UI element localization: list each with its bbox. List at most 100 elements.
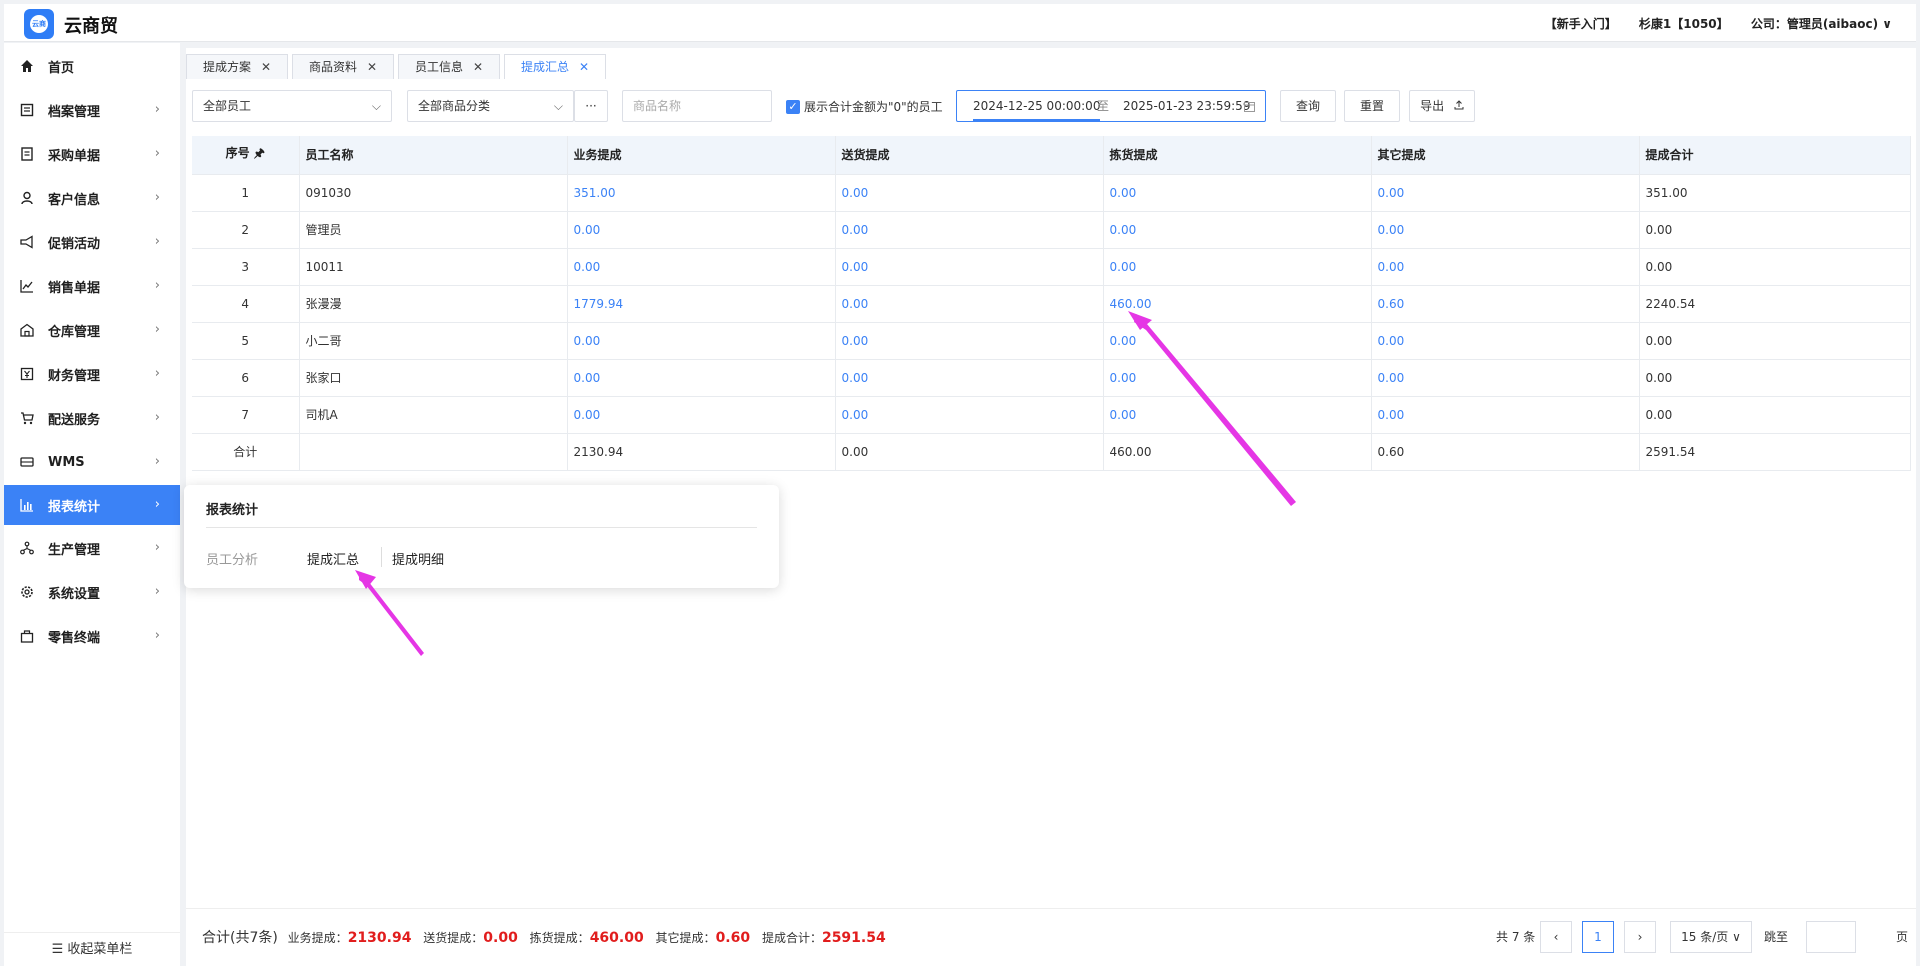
cell-picking[interactable]: 460.00 [1103,285,1372,323]
tab-label: 员工信息 [415,60,464,74]
close-icon[interactable]: ✕ [261,60,271,74]
collapse-menu-button[interactable]: ☰ 收起菜单栏 [4,932,180,966]
date-range-picker[interactable]: 2024-12-25 00:00:00 至 2025-01-23 23:59:5… [956,90,1266,122]
table-row: 2 管理员 0.00 0.00 0.00 0.00 0.00 [192,211,1911,249]
date-end[interactable]: 2025-01-23 23:59:59 [1123,91,1250,121]
employee-select[interactable]: 全部员工 ⌵ [192,90,392,122]
category-select-value: 全部商品分类 [418,99,491,113]
sidebar-item-sales[interactable]: 销售单据 › [4,266,180,306]
prev-page-button[interactable]: ‹ [1540,921,1572,953]
total-cell-total: 2591.54 [1639,433,1911,471]
cell-delivery[interactable]: 0.00 [835,211,1104,249]
total-cell-delivery: 0.00 [835,433,1104,471]
category-select[interactable]: 全部商品分类 ⌵ [407,90,574,122]
show-zero-checkbox[interactable]: ✓ 展示合计金额为"0"的员工 [786,98,943,115]
cell-employee: 091030 [299,174,568,212]
divider [381,547,382,567]
sidebar-item-customer[interactable]: 客户信息 › [4,178,180,218]
checkbox-checked-icon: ✓ [786,99,800,114]
cell-business[interactable]: 0.00 [567,211,836,249]
cell-picking[interactable]: 0.00 [1103,211,1372,249]
tab-label: 提成方案 [203,60,252,74]
cell-total: 0.00 [1639,211,1911,249]
col-header-other: 其它提成 [1371,136,1640,175]
cell-business[interactable]: 0.00 [567,359,836,397]
close-icon[interactable]: ✕ [473,60,483,74]
cell-other[interactable]: 0.00 [1371,322,1640,360]
cell-other[interactable]: 0.60 [1371,285,1640,323]
company-switcher[interactable]: 公司：管理员(aibaoc) ∨ [1751,17,1892,31]
sidebar-item-retail[interactable]: 零售终端 › [4,616,180,656]
user-account-link[interactable]: 杉康1【1050】 [1639,17,1729,31]
tab-commission-plan[interactable]: 提成方案 ✕ [186,54,289,79]
cell-other[interactable]: 0.00 [1371,174,1640,212]
total-count: 共 7 条 [1496,930,1536,944]
sidebar-item-finance[interactable]: 财务管理 › [4,354,180,394]
date-start[interactable]: 2024-12-25 00:00:00 [973,91,1101,121]
network-icon [20,541,34,555]
cell-delivery[interactable]: 0.00 [835,396,1104,434]
next-page-button[interactable]: › [1624,921,1656,953]
cell-business[interactable]: 0.00 [567,248,836,286]
cell-delivery[interactable]: 0.00 [835,248,1104,286]
cell-delivery[interactable]: 0.00 [835,359,1104,397]
table-row: 3 10011 0.00 0.00 0.00 0.00 0.00 [192,248,1911,286]
picking-label: 拣货提成： [529,931,590,945]
more-options-button[interactable]: ··· [574,90,608,122]
close-icon[interactable]: ✕ [579,60,589,74]
chevron-right-icon: › [154,410,160,425]
tab-label: 提成汇总 [521,60,570,74]
product-name-input[interactable]: 商品名称 [622,90,772,122]
sidebar-item-warehouse[interactable]: 仓库管理 › [4,310,180,350]
sidebar-item-production[interactable]: 生产管理 › [4,528,180,568]
col-header-index[interactable]: 序号 🖈 [192,136,300,175]
cell-business[interactable]: 1779.94 [567,285,836,323]
sidebar-item-label: 首页 [48,60,75,76]
page-number[interactable]: 1 [1582,921,1614,953]
cell-other[interactable]: 0.00 [1371,211,1640,249]
chevron-right-icon: › [154,366,160,381]
cell-picking[interactable]: 0.00 [1103,322,1372,360]
cell-business[interactable]: 0.00 [567,396,836,434]
export-label: 导出 [1420,99,1445,113]
sidebar-item-reports[interactable]: 报表统计 › [4,485,180,525]
cell-delivery[interactable]: 0.00 [835,285,1104,323]
cell-other[interactable]: 0.00 [1371,248,1640,286]
beginner-guide-link[interactable]: 【新手入门】 [1545,17,1617,31]
cell-total: 0.00 [1639,359,1911,397]
cell-business[interactable]: 351.00 [567,174,836,212]
cell-picking[interactable]: 0.00 [1103,248,1372,286]
cell-delivery[interactable]: 0.00 [835,322,1104,360]
submenu-employee-analysis[interactable]: 员工分析 [206,549,258,568]
cell-employee: 10011 [299,248,568,286]
tab-commission-summary[interactable]: 提成汇总 ✕ [504,54,607,79]
query-button[interactable]: 查询 [1280,90,1336,122]
sidebar-item-promotion[interactable]: 促销活动 › [4,222,180,262]
sidebar-item-wms[interactable]: WMS › [4,442,180,482]
upload-icon [1454,99,1464,113]
chevron-right-icon: › [154,322,160,337]
tab-employee-info[interactable]: 员工信息 ✕ [398,54,501,79]
submenu-commission-summary[interactable]: 提成汇总 [307,549,359,568]
cell-picking[interactable]: 0.00 [1103,396,1372,434]
sidebar-item-archive[interactable]: 档案管理 › [4,90,180,130]
reset-button[interactable]: 重置 [1344,90,1400,122]
cell-other[interactable]: 0.00 [1371,396,1640,434]
sidebar-item-delivery[interactable]: 配送服务 › [4,398,180,438]
sidebar-item-home[interactable]: 首页 [4,46,180,86]
cell-picking[interactable]: 0.00 [1103,174,1372,212]
goto-page-input[interactable] [1806,921,1856,953]
submenu-commission-detail[interactable]: 提成明细 [392,549,444,568]
close-icon[interactable]: ✕ [367,60,377,74]
export-button[interactable]: 导出 [1409,90,1475,122]
sidebar-item-settings[interactable]: 系统设置 › [4,572,180,612]
tab-product-info[interactable]: 商品资料 ✕ [292,54,395,79]
chevron-right-icon: › [154,584,160,599]
page-size-select[interactable]: 15 条/页 ∨ [1670,921,1752,953]
cell-picking[interactable]: 0.00 [1103,359,1372,397]
cell-other[interactable]: 0.00 [1371,359,1640,397]
cell-business[interactable]: 0.00 [567,322,836,360]
sidebar-item-purchase[interactable]: 采购单据 › [4,134,180,174]
cell-delivery[interactable]: 0.00 [835,174,1104,212]
sidebar-item-label: 生产管理 [48,542,101,558]
